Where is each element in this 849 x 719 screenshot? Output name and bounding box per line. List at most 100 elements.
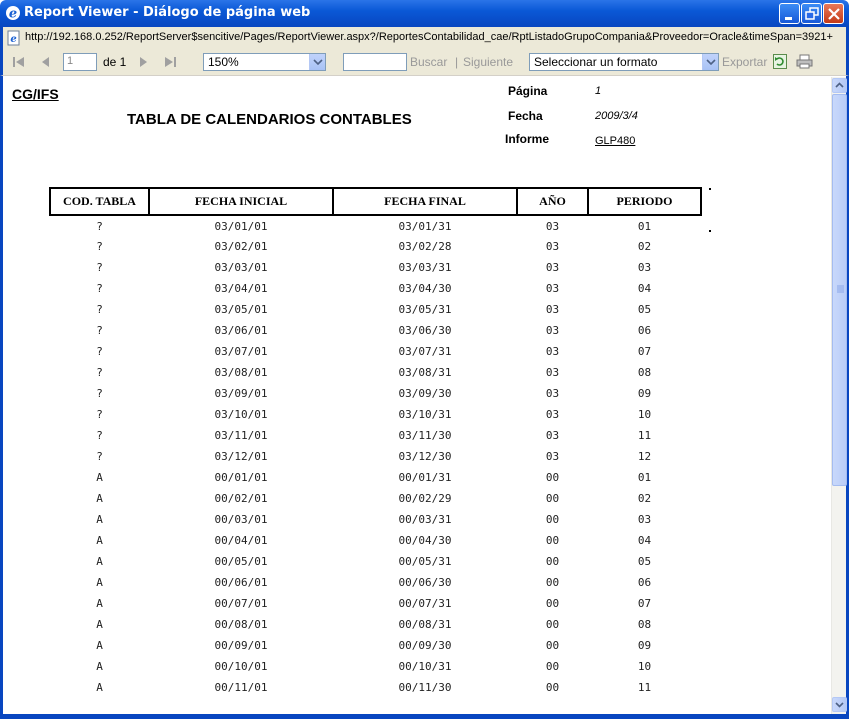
cell-cod-tabla: ? [96,366,103,379]
minimize-button[interactable] [779,3,800,24]
chevron-down-icon [309,54,325,70]
table-header-row: COD. TABLA FECHA INICIAL FECHA FINAL AÑO… [49,187,702,216]
maximize-button[interactable] [801,3,822,24]
cell-periodo: 02 [637,240,652,253]
svg-text:e: e [9,7,17,22]
first-page-icon[interactable] [12,56,26,68]
cell-periodo: 08 [637,618,652,631]
address-bar: e http://192.168.0.252/ReportServer$senc… [0,27,849,49]
export-format-select[interactable]: Seleccionar un formato [529,53,719,71]
cell-periodo: 09 [637,639,652,652]
cell-periodo: 06 [637,324,652,337]
cell-fecha-final: 00/01/31 [398,471,452,484]
cell-cod-tabla: A [96,492,103,505]
table-row: A 00/02/01 00/02/29 00 02 [50,488,701,509]
cell-fecha-final: 03/07/31 [398,345,452,358]
cell-cod-tabla: ? [96,240,103,253]
zoom-select[interactable]: 150% [203,53,326,71]
cell-cod-tabla: A [96,576,103,589]
search-input[interactable] [343,53,407,71]
table-row: A 00/11/01 00/11/30 00 11 [50,677,701,698]
page-label: Página [508,84,548,98]
cell-cod-tabla: ? [96,345,103,358]
scroll-thumb[interactable] [832,94,847,486]
cell-anio: 00 [545,555,560,568]
refresh-icon[interactable] [773,54,787,69]
cell-fecha-inicial: 03/11/01 [214,429,268,442]
cell-cod-tabla: A [96,534,103,547]
cell-periodo: 07 [637,345,652,358]
find-link[interactable]: Buscar [410,55,447,69]
table-row: A 00/10/01 00/10/31 00 10 [50,656,701,677]
cell-periodo: 11 [637,429,652,442]
cell-cod-tabla: ? [96,261,103,274]
cell-fecha-inicial: 03/08/01 [214,366,268,379]
page-number-input[interactable]: 1 [63,53,97,71]
column-header-anio: AÑO [516,187,589,216]
column-header-periodo: PERIODO [587,187,702,216]
cell-cod-tabla: A [96,618,103,631]
table-row: ? 03/05/01 03/05/31 03 05 [50,299,701,320]
chevron-up-icon [835,82,844,88]
cell-fecha-final: 00/09/30 [398,639,452,652]
cell-cod-tabla: A [96,660,103,673]
chevron-down-icon [702,54,718,70]
cell-cod-tabla: ? [96,450,103,463]
ie-page-icon: e [7,30,20,46]
cell-fecha-final: 03/03/31 [398,261,452,274]
cell-anio: 00 [545,576,560,589]
cell-fecha-final: 03/02/28 [398,240,452,253]
find-next-link[interactable]: Siguiente [463,55,513,69]
cell-fecha-inicial: 00/11/01 [214,681,268,694]
report-id-link[interactable]: GLP480 [595,135,635,147]
table-row: ? 03/02/01 03/02/28 03 02 [50,236,701,257]
cell-fecha-inicial: 03/05/01 [214,303,268,316]
cell-periodo: 07 [637,597,652,610]
scroll-up-button[interactable] [832,78,847,93]
decorative-dot [709,230,711,232]
zoom-value: 150% [208,55,239,69]
minimize-icon [785,17,792,20]
cell-fecha-final: 00/05/31 [398,555,452,568]
cell-fecha-inicial: 03/07/01 [214,345,268,358]
cell-cod-tabla: ? [96,303,103,316]
chevron-down-icon [835,702,844,708]
table-row: ? 03/06/01 03/06/30 03 06 [50,320,701,341]
cell-anio: 03 [545,261,560,274]
cell-fecha-inicial: 00/08/01 [214,618,268,631]
cell-cod-tabla: A [96,681,103,694]
export-link[interactable]: Exportar [722,55,767,69]
table-row: ? 03/07/01 03/07/31 03 07 [50,341,701,362]
calendar-table: COD. TABLA FECHA INICIAL FECHA FINAL AÑO… [49,187,702,698]
table-row: ? 03/03/01 03/03/31 03 03 [50,257,701,278]
cell-periodo: 08 [637,366,652,379]
scroll-down-button[interactable] [832,697,847,712]
last-page-icon[interactable] [163,56,177,68]
cell-periodo: 03 [637,261,652,274]
cell-fecha-final: 03/12/30 [398,450,452,463]
cell-periodo: 01 [637,219,652,233]
table-row: A 00/01/01 00/01/31 00 01 [50,467,701,488]
report-id-label: Informe [505,132,550,146]
table-row: ? 03/09/01 03/09/30 03 09 [50,383,701,404]
previous-page-icon[interactable] [41,56,51,68]
vertical-scrollbar[interactable] [831,77,847,714]
cell-fecha-final: 00/02/29 [398,492,452,505]
cell-cod-tabla: A [96,555,103,568]
next-page-icon[interactable] [138,56,148,68]
cell-anio: 03 [545,240,560,253]
cell-fecha-final: 03/04/30 [398,282,452,295]
close-button[interactable] [823,3,844,24]
cell-anio: 00 [545,534,560,547]
cell-anio: 03 [545,219,560,233]
cell-fecha-inicial: 00/10/01 [214,660,268,673]
url-text[interactable]: http://192.168.0.252/ReportServer$sencit… [25,31,845,43]
cell-cod-tabla: A [96,639,103,652]
cell-anio: 00 [545,618,560,631]
cell-anio: 00 [545,471,560,484]
cell-periodo: 02 [637,492,652,505]
cell-anio: 03 [545,450,560,463]
cell-fecha-inicial: 00/02/01 [214,492,268,505]
cell-periodo: 04 [637,534,652,547]
print-icon[interactable] [796,54,813,69]
